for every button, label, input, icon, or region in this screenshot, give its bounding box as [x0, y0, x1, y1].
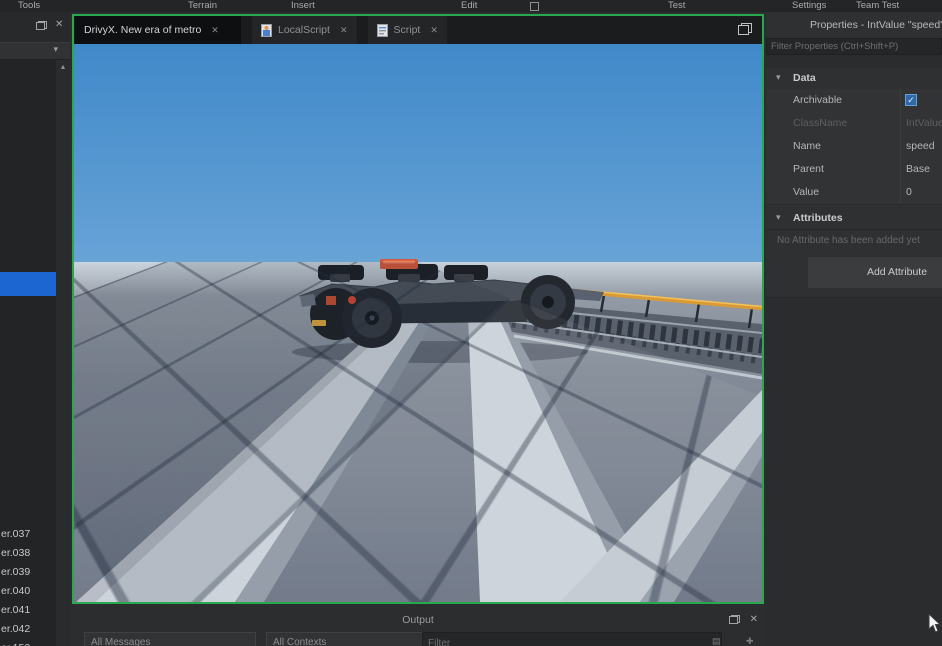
close-tab-icon[interactable]: ✕	[211, 25, 219, 36]
left-dock-panel: ✕ ▾ ▲ er.037 er.038 er.039 er.040 er.041…	[0, 12, 70, 646]
attributes-empty-text: No Attribute has been added yet	[777, 235, 920, 246]
property-row: Value 0	[766, 181, 942, 205]
properties-title: Properties - IntValue "speed"	[810, 19, 942, 31]
scrollbar[interactable]: ▲	[56, 60, 70, 646]
property-label: Archivable	[793, 94, 843, 106]
property-label: Name	[793, 140, 822, 152]
panel-list: ▲ er.037 er.038 er.039 er.040 er.041 er.…	[0, 60, 70, 646]
close-panel-icon[interactable]: ✕	[55, 19, 63, 31]
property-value: IntValue	[906, 117, 942, 129]
tab-label: DrivyX. New era of metro	[84, 24, 202, 36]
scroll-up-icon[interactable]: ▲	[56, 60, 70, 75]
list-item[interactable]: er.037	[1, 525, 30, 544]
panel-dropdown[interactable]: ▾	[0, 42, 70, 60]
selected-list-item[interactable]	[0, 272, 56, 296]
list-item[interactable]: er.040	[1, 582, 30, 601]
dialog-launcher-icon[interactable]	[530, 2, 539, 11]
menu-settings[interactable]: Settings	[792, 0, 826, 12]
list-item[interactable]: er.152	[1, 639, 30, 646]
section-attributes[interactable]: ▾ Attributes	[766, 208, 942, 230]
tab-script[interactable]: Script ✕	[367, 16, 447, 44]
list-item[interactable]: er.042	[1, 620, 30, 639]
bogie-shadow	[292, 341, 588, 363]
section-data[interactable]: ▾ Data	[766, 68, 942, 90]
mouse-cursor	[928, 614, 942, 633]
property-value[interactable]: speed	[906, 135, 935, 158]
menu-bar: Tools Terrain Insert Edit Test Settings …	[0, 0, 942, 12]
list-item[interactable]: er.039	[1, 563, 30, 582]
property-row: ClassName IntValue	[766, 112, 942, 136]
output-title: Output	[402, 614, 434, 626]
close-output-icon[interactable]: ✕	[750, 614, 758, 626]
output-panel: Output ✕ All Messages All Contexts ▤ ✚	[70, 608, 766, 646]
tab-label: Script	[393, 24, 421, 36]
concrete-beam-left	[76, 304, 436, 602]
float-output-icon[interactable]	[729, 615, 740, 624]
chevron-down-icon: ▾	[776, 72, 781, 82]
bogie-yellow-shoe	[312, 320, 326, 326]
float-panel-icon[interactable]	[36, 21, 47, 30]
tab-label: LocalScript	[278, 24, 330, 36]
script-icon	[376, 23, 388, 37]
menu-team-test[interactable]: Team Test	[856, 0, 899, 12]
section-label: Data	[793, 72, 816, 84]
menu-tools[interactable]: Tools	[18, 0, 40, 12]
app-window: Tools Terrain Insert Edit Test Settings …	[0, 0, 942, 646]
list-item[interactable]: er.038	[1, 544, 30, 563]
tab-bar: DrivyX. New era of metro ✕ LocalScript ✕	[74, 16, 762, 44]
chevron-down-icon: ▾	[776, 212, 781, 222]
3d-viewport[interactable]	[74, 44, 762, 602]
list-item[interactable]: er.041	[1, 601, 30, 620]
output-clear-icon[interactable]: ✚	[746, 636, 754, 646]
property-label: ClassName	[793, 117, 848, 129]
property-value[interactable]: 0	[906, 181, 912, 204]
property-label: Parent	[793, 163, 824, 175]
document-area: DrivyX. New era of metro ✕ LocalScript ✕	[72, 14, 764, 604]
property-label: Value	[793, 186, 820, 198]
tab-game[interactable]: DrivyX. New era of metro ✕	[75, 16, 241, 44]
properties-empty-area	[766, 297, 942, 646]
caret-down-icon: ▾	[53, 44, 58, 54]
property-value[interactable]: Base	[906, 158, 930, 181]
menu-insert[interactable]: Insert	[291, 0, 315, 12]
menu-test[interactable]: Test	[668, 0, 685, 12]
menu-terrain[interactable]: Terrain	[188, 0, 217, 12]
output-filter-input[interactable]	[422, 632, 722, 646]
tab-localscript[interactable]: LocalScript ✕	[252, 16, 357, 44]
menu-edit[interactable]: Edit	[461, 0, 477, 12]
localscript-icon	[261, 23, 272, 37]
add-attribute-button[interactable]: Add Attribute	[808, 257, 942, 288]
properties-filter-input[interactable]	[766, 38, 942, 55]
properties-panel: Properties - IntValue "speed" ▾ Data Arc…	[766, 12, 942, 646]
archivable-checkbox[interactable]: ✓	[905, 94, 917, 106]
section-label: Attributes	[793, 212, 843, 224]
close-tab-icon[interactable]: ✕	[340, 25, 348, 36]
close-tab-icon[interactable]: ✕	[430, 25, 438, 36]
property-row: Parent Base	[766, 158, 942, 182]
output-wordwrap-icon[interactable]: ▤	[712, 636, 721, 646]
property-row: Archivable ✓	[766, 89, 942, 113]
scene-overlay	[76, 259, 762, 602]
float-document-icon[interactable]	[738, 23, 752, 35]
output-messages-dropdown[interactable]: All Messages	[84, 632, 256, 646]
property-row: Name speed	[766, 135, 942, 159]
